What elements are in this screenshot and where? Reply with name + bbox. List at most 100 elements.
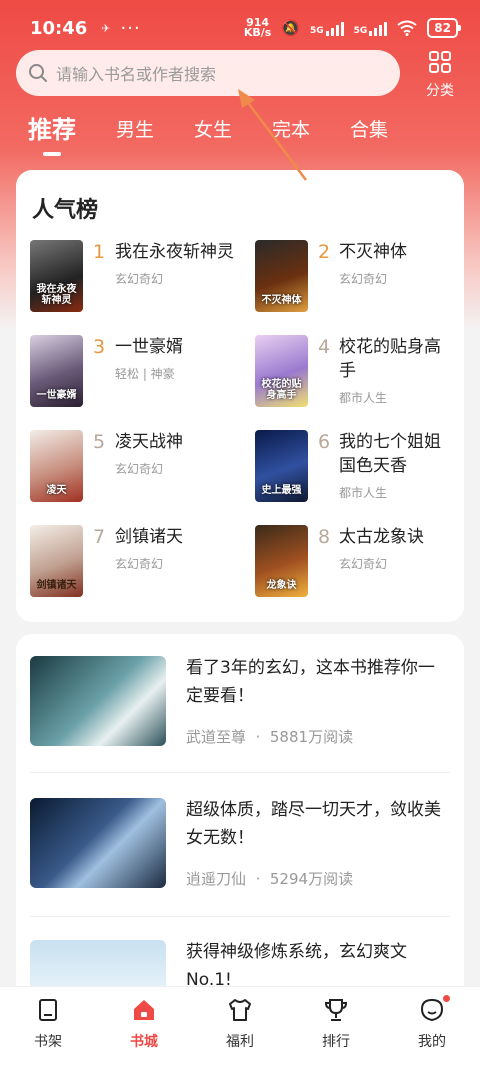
book-title: 不灭神体 <box>338 242 407 262</box>
popularity-ranking-card: 人气榜 我在永夜斩神灵 1 我在永夜斩神灵 玄幻奇幻 不灭神体 2 不灭神体 玄幻奇… <box>16 170 464 622</box>
feed-thumbnail <box>30 656 166 746</box>
nav-label: 书城 <box>130 1034 158 1050</box>
book-title: 剑镇诸天 <box>115 527 183 547</box>
book-tag: 玄幻奇幻 <box>338 272 387 286</box>
channel-tabs: 推荐 男生 女生 完本 合集 <box>28 112 428 156</box>
profile-icon <box>420 998 444 1022</box>
book-title: 太古龙象诀 <box>338 527 424 547</box>
book-tag: 轻松 | 神豪 <box>115 367 175 381</box>
trophy-icon <box>324 999 348 1021</box>
bookstore-icon <box>134 1000 154 1020</box>
ranking-book[interactable]: 凌天 5 凌天战神玄幻奇幻 <box>30 430 255 525</box>
book-cover: 不灭神体 <box>255 240 308 312</box>
rank-number: 4 <box>318 336 331 358</box>
feed-item[interactable]: 超级体质，踏尽一切天才，敛收美女无数！ 逍遥刀仙 · 5294万阅读 <box>30 776 450 916</box>
network-type-1: 5G <box>309 26 324 36</box>
tab-collection[interactable]: 合集 <box>350 112 388 152</box>
nav-bookshelf[interactable]: 书架 <box>0 987 96 1066</box>
rank-number: 2 <box>318 241 331 263</box>
mute-icon: 🔕 <box>281 19 300 37</box>
book-cover: 史上最强 <box>255 430 308 502</box>
ranking-book[interactable]: 不灭神体 2 不灭神体 玄幻奇幻 <box>255 240 450 335</box>
feed-divider <box>30 916 450 917</box>
book-cover: 龙象诀 <box>255 525 308 597</box>
nav-ranking[interactable]: 排行 <box>288 987 384 1066</box>
feed-book-name: 逍遥刀仙 <box>186 870 247 888</box>
feed-thumbnail <box>30 798 166 888</box>
search-icon <box>29 64 47 82</box>
nav-welfare[interactable]: 福利 <box>192 987 288 1066</box>
bookshelf-icon <box>39 999 57 1021</box>
signal-1: 5G <box>310 20 344 36</box>
feed-meta: 武道至尊 · 5881万阅读 <box>186 726 353 747</box>
book-cover: 校花的贴身高手 <box>255 335 308 407</box>
category-button[interactable]: 分类 <box>418 50 462 100</box>
book-title: 凌天战神 <box>115 432 183 452</box>
book-tag: 玄幻奇幻 <box>338 557 387 571</box>
more-notifications-icon: ··· <box>120 17 141 39</box>
notification-dot <box>443 995 450 1002</box>
feed-divider <box>30 772 450 773</box>
book-title: 我的七个姐姐国色天香 <box>338 432 441 476</box>
ranking-book[interactable]: 一世豪婿 3 一世豪婿 轻松 | 神豪 <box>30 335 255 430</box>
feed-book-name: 武道至尊 <box>186 728 247 746</box>
tab-finished[interactable]: 完本 <box>272 112 310 152</box>
feed-title: 超级体质，踏尽一切天才，敛收美女无数！ <box>186 800 441 848</box>
feed-read-count: 5881万阅读 <box>269 728 354 746</box>
signal-bars-icon <box>325 20 344 36</box>
feed-meta-dot: · <box>255 728 261 746</box>
rank-number: 7 <box>93 526 106 548</box>
rank-number: 6 <box>318 431 331 453</box>
search-input[interactable]: 请输入书名或作者搜索 <box>16 50 400 96</box>
status-time: 10:46 <box>30 17 88 39</box>
feed-meta: 逍遥刀仙 · 5294万阅读 <box>186 868 353 889</box>
grid-icon <box>429 51 451 73</box>
signal-2: 5G <box>354 20 388 36</box>
nav-label: 福利 <box>226 1034 254 1050</box>
feed-title: 看了3年的玄幻，这本书推荐你一定要看！ <box>186 658 435 706</box>
network-type-2: 5G <box>353 26 368 36</box>
notification-icon: ✈ <box>101 21 111 35</box>
book-tag: 玄幻奇幻 <box>115 462 164 476</box>
book-title: 校花的贴身高手 <box>338 337 441 381</box>
rank-number: 8 <box>318 526 331 548</box>
book-cover: 一世豪婿 <box>30 335 83 407</box>
tab-male[interactable]: 男生 <box>116 112 154 152</box>
ranking-book[interactable]: 剑镇诸天 7 剑镇诸天 玄幻奇幻 <box>30 525 255 620</box>
rank-number: 1 <box>93 241 106 263</box>
category-label: 分类 <box>426 83 454 99</box>
search-placeholder: 请输入书名或作者搜索 <box>56 65 217 84</box>
book-tag: 玄幻奇幻 <box>115 557 164 571</box>
wifi-icon <box>397 20 417 36</box>
ranking-book[interactable]: 龙象诀 8 太古龙象诀玄幻奇幻 <box>255 525 450 620</box>
tab-recommend[interactable]: 推荐 <box>28 112 76 156</box>
ranking-book[interactable]: 史上最强 6 我的七个姐姐国色天香都市人生 <box>255 430 450 525</box>
ranking-grid: 我在永夜斩神灵 1 我在永夜斩神灵 玄幻奇幻 不灭神体 2 不灭神体 玄幻奇幻 一世… <box>30 240 450 620</box>
net-speed: 914 KB/s <box>243 17 272 39</box>
status-bar: 10:46 ✈ ··· 914 KB/s 🔕 5G 5G 82 <box>0 0 480 56</box>
tab-female[interactable]: 女生 <box>194 112 232 152</box>
rank-number: 5 <box>93 431 106 453</box>
nav-label: 我的 <box>418 1034 446 1050</box>
nav-label: 书架 <box>34 1034 62 1050</box>
book-cover: 我在永夜斩神灵 <box>30 240 83 312</box>
book-tag: 都市人生 <box>338 391 387 405</box>
book-tag: 都市人生 <box>338 486 387 500</box>
ranking-book[interactable]: 校花的贴身高手 4 校花的贴身高手都市人生 <box>255 335 450 430</box>
net-speed-unit: KB/s <box>243 26 272 39</box>
rank-number: 3 <box>93 336 106 358</box>
book-tag: 玄幻奇幻 <box>115 272 164 286</box>
nav-bookstore[interactable]: 书城 <box>96 987 192 1066</box>
bottom-navigation: 书架 书城 福利 排行 我的 <box>0 986 480 1066</box>
signal-bars-icon <box>369 20 388 36</box>
nav-profile[interactable]: 我的 <box>384 987 480 1066</box>
ranking-title: 人气榜 <box>32 198 99 223</box>
battery-indicator: 82 <box>427 18 461 38</box>
feed-read-count: 5294万阅读 <box>269 870 354 888</box>
feed-item[interactable]: 看了3年的玄幻，这本书推荐你一定要看！ 武道至尊 · 5881万阅读 <box>30 634 450 774</box>
book-cover: 凌天 <box>30 430 83 502</box>
book-title: 一世豪婿 <box>115 337 183 357</box>
nav-label: 排行 <box>322 1034 350 1050</box>
gift-shirt-icon <box>229 999 251 1021</box>
ranking-book[interactable]: 我在永夜斩神灵 1 我在永夜斩神灵 玄幻奇幻 <box>30 240 255 335</box>
